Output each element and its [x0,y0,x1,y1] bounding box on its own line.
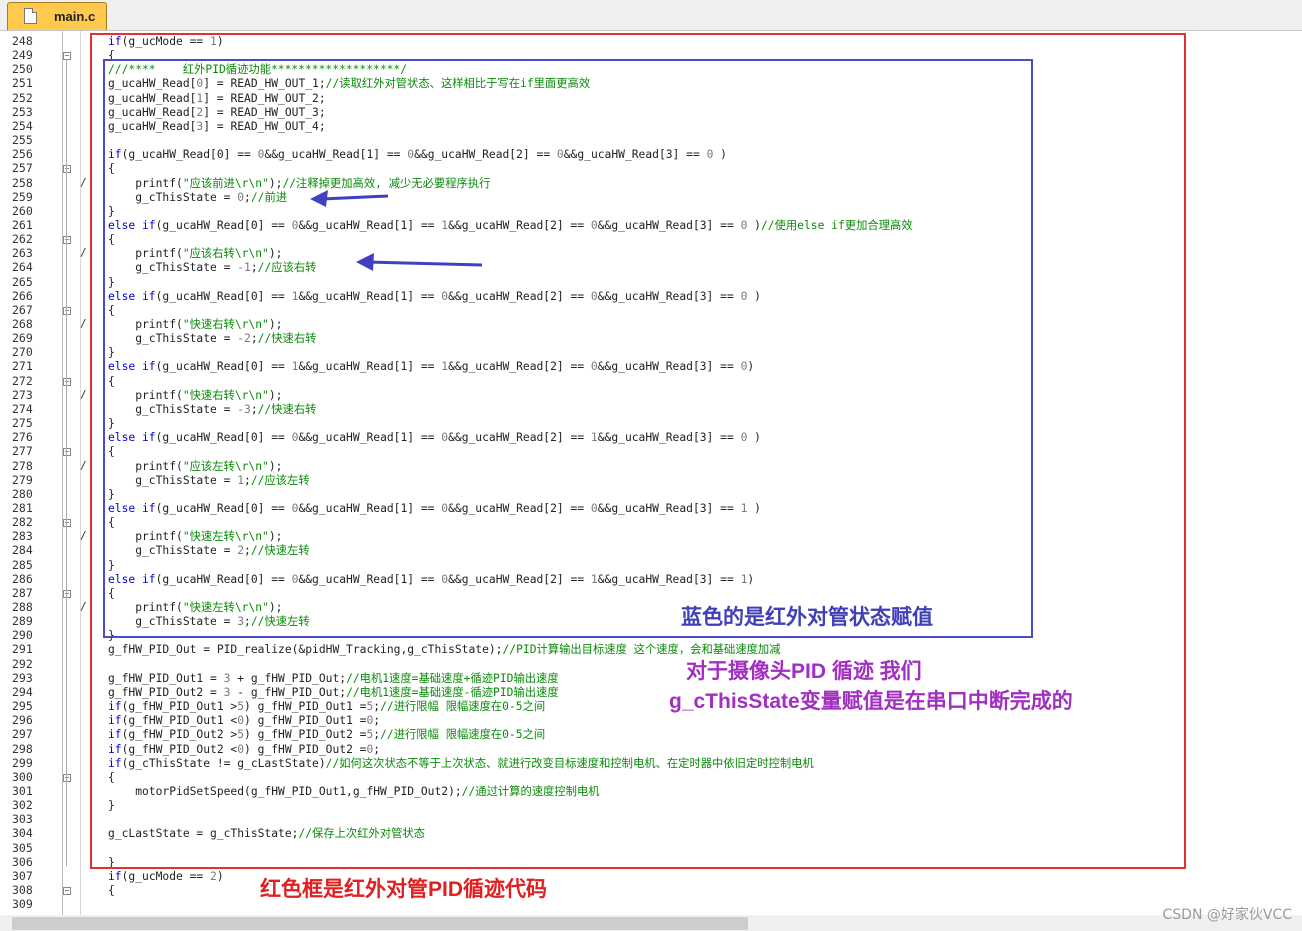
scrollbar-thumb[interactable] [12,917,748,930]
camera-note-line1: 对于摄像头PID 循迹 我们 [686,660,922,683]
red-frame-note: 红色框是红外对管PID循迹代码 [260,878,548,901]
annotation-arrows [310,190,483,271]
comment-marker: / [80,246,87,260]
comment-marker: / [80,317,87,330]
comment-marker: / [80,458,87,472]
comment-marker: / [80,529,87,543]
comment-marker: / [80,175,87,189]
watermark: CSDN @好家伙VCC [1162,907,1293,923]
comment-marker: / [80,387,87,401]
comment-marker: / [80,600,87,613]
arrow-icon [310,190,389,207]
camera-note-line2: g_cThisState变量赋值是在串口中断完成的 [669,690,1073,713]
blue-frame-note: 蓝色的是红外对管状态赋值 [681,606,933,629]
horizontal-scrollbar[interactable] [0,915,1302,931]
arrow-icon [356,253,483,271]
